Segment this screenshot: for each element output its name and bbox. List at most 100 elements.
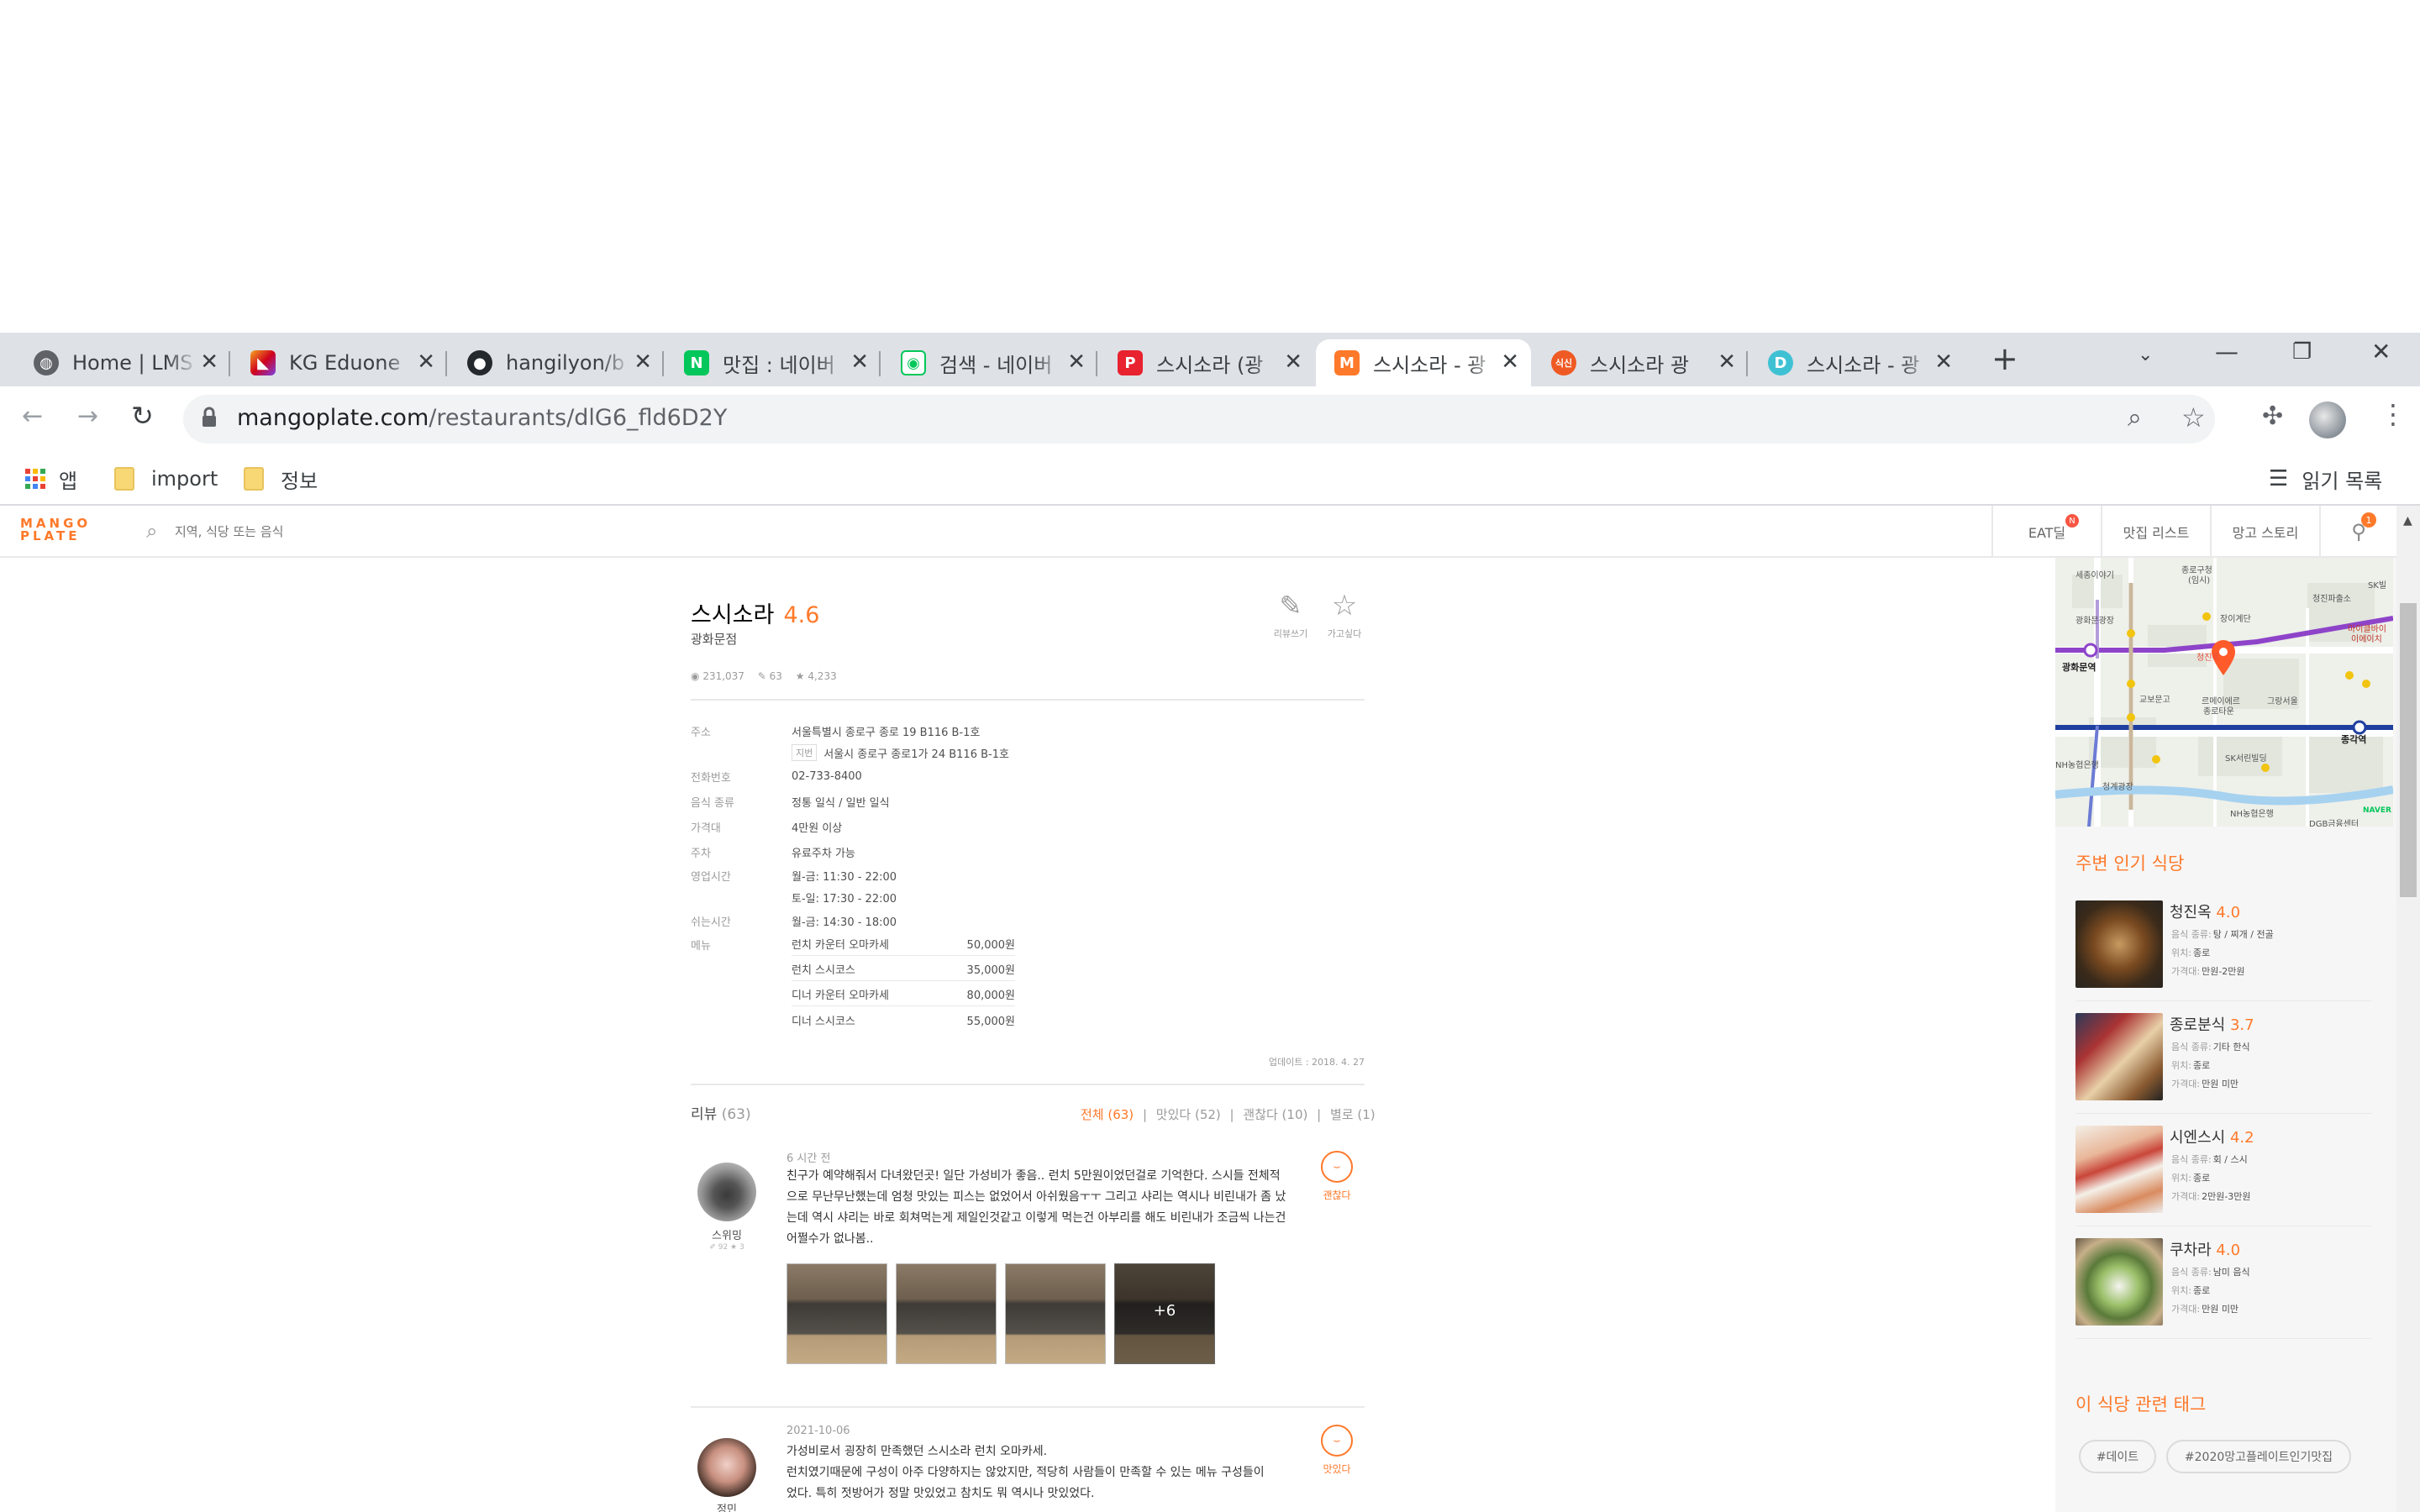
reviewer-name[interactable]: 스위밍 (691, 1226, 763, 1242)
nearby-photo[interactable] (2075, 1238, 2163, 1326)
review-text[interactable]: 친구가 예약해줘서 다녀왔던곳! 일단 가성비가 좋음.. 런치 5만원이었던걸… (786, 1166, 1291, 1250)
tab-mangoplate-active[interactable]: M 스시소라 - 광 ✕ (1316, 339, 1531, 386)
close-icon[interactable]: ✕ (1284, 351, 1302, 373)
review-time: 2021-10-06 (786, 1425, 850, 1437)
nav-eatdeal[interactable]: EAT딜 N (1991, 506, 2101, 558)
tab-d[interactable]: D 스시소라 - 광 ✕ (1749, 339, 1965, 386)
close-icon[interactable]: ✕ (417, 351, 435, 373)
nav-profile[interactable]: ⚲ 1 (2319, 506, 2396, 558)
review-photo[interactable] (1005, 1263, 1106, 1364)
nearby-name[interactable]: 청진옥 4.0 (2170, 900, 2240, 922)
tab-p[interactable]: P 스시소라 (광 ✕ (1099, 339, 1314, 386)
search-input[interactable] (175, 517, 763, 546)
restore-icon[interactable]: ❐ (2292, 339, 2312, 365)
map-label: 장이계단 (2220, 615, 2251, 624)
map-label: SK빌 (2368, 581, 2387, 591)
scrollbar-thumb[interactable] (2400, 603, 2417, 897)
more-photos-count[interactable]: +6 (1114, 1302, 1215, 1320)
review-photo[interactable] (896, 1263, 997, 1364)
close-icon[interactable]: ✕ (850, 351, 869, 373)
bookmark-star-icon[interactable]: ☆ (2181, 402, 2206, 433)
bookmark-folder-import[interactable]: import (114, 454, 218, 504)
nearby-name[interactable]: 시엔스시 4.2 (2170, 1126, 2254, 1147)
info-parking: 주차 유료주차 가능 (691, 840, 855, 864)
url-path: /restaurants/dlG6_fld6D2Y (429, 405, 728, 431)
nearby-name-text: 쿠차라 (2170, 1242, 2212, 1259)
nearby-restaurant[interactable]: 쿠차라 4.0 음식 종류: 남미 음식 위치: 종로 가격대: 만원 미만 (2075, 1238, 2371, 1339)
bookmark-apps[interactable]: 앱 (25, 454, 77, 504)
reload-icon[interactable]: ↻ (131, 400, 154, 432)
zoom-icon[interactable]: ⌕ (2128, 403, 2142, 433)
window-close-icon[interactable]: ✕ (2371, 338, 2391, 365)
phone-value: 02-733-8400 (792, 769, 862, 783)
profile-avatar[interactable] (2309, 402, 2346, 438)
reviewer-meta: ✐ 92 ★ 3 (709, 1243, 744, 1252)
nearby-name-text: 종로분식 (2170, 1016, 2226, 1034)
review-text-line-2[interactable]: 런치였기때문에 구성이 아주 다양하지는 않았지만, 적당히 사람들이 만족할 … (786, 1462, 1291, 1483)
nearby-restaurant[interactable]: 종로분식 3.7 음식 종류: 기타 한식 위치: 종로 가격대: 만원 미만 (2075, 1013, 2371, 1114)
filter-ok[interactable]: 괜찮다 (10) (1243, 1107, 1307, 1122)
close-icon[interactable]: ✕ (1718, 351, 1736, 373)
close-icon[interactable]: ✕ (1934, 351, 1953, 373)
bookmark-folder-info[interactable]: 정보 (244, 454, 318, 504)
filter-bad[interactable]: 별로 (1) (1330, 1107, 1376, 1122)
tab-naver[interactable]: N 맛집 : 네이버 ✕ (666, 339, 881, 386)
nav-mango-story[interactable]: 망고 스토리 (2210, 506, 2319, 558)
nearby-photo[interactable] (2075, 900, 2163, 988)
menu-price: 35,000원 (966, 964, 1015, 977)
meta-key: 위치: (2171, 948, 2191, 958)
nearby-restaurant[interactable]: 시엔스시 4.2 음식 종류: 회 / 스시 위치: 종로 가격대: 2만원-3만원 (2075, 1126, 2371, 1226)
nearby-name[interactable]: 쿠차라 4.0 (2170, 1238, 2240, 1260)
filter-good[interactable]: 맛있다 (52) (1156, 1107, 1221, 1122)
review-text-line-1[interactable]: 가성비로서 굉장히 만족했던 스시소라 런치 오마카세. (786, 1441, 1291, 1462)
reviewer-name[interactable]: 정민 (691, 1500, 763, 1512)
map-label: 종로타운 (2203, 707, 2234, 717)
nav-restaurant-list[interactable]: 맛집 리스트 (2101, 506, 2210, 558)
close-icon[interactable]: ✕ (1067, 351, 1086, 373)
tab-search-chevron-icon[interactable]: ⌄ (2138, 344, 2153, 365)
meta-key: 가격대: (2171, 1304, 2201, 1315)
nearby-price: 가격대: 만원 미만 (2171, 1302, 2238, 1315)
nearby-name[interactable]: 종로분식 3.7 (2170, 1013, 2254, 1035)
scroll-up-arrow-icon[interactable]: ▲ (2403, 514, 2412, 528)
forward-arrow-icon[interactable]: → (77, 402, 98, 431)
tab-github[interactable]: ● hangilyon/b ✕ (449, 339, 664, 386)
nearby-name-text: 청진옥 (2170, 904, 2212, 921)
address-bar[interactable]: mangoplate.com/restaurants/dlG6_fld6D2Y … (183, 395, 2215, 444)
tab-kg-eduone[interactable]: ◣ KG Eduone ✕ (232, 339, 447, 386)
naver-map-icon: ◉ (901, 350, 926, 375)
lock-icon[interactable] (202, 407, 217, 428)
reviewer-avatar[interactable] (697, 1438, 756, 1497)
new-tab-plus-icon[interactable]: + (1991, 343, 2018, 375)
reading-list[interactable]: ☰ 읽기 목록 (2269, 454, 2382, 504)
close-icon[interactable]: ✕ (1501, 351, 1519, 373)
minimize-icon[interactable]: — (2215, 338, 2238, 365)
tab-title: 검색 - 네이버 (939, 353, 1053, 377)
filter-all[interactable]: 전체 (63) (1081, 1107, 1134, 1122)
bookmark-label: 정보 (281, 469, 318, 493)
tag-chip[interactable]: #데이트 (2079, 1440, 2156, 1473)
review-text-line-3[interactable]: 었다. 특히 젓방어가 정말 맛있었고 참치도 뭐 역시나 맛있었다. (786, 1483, 1291, 1504)
location-map[interactable]: 세종이야기 종로구청 (임시) 광화문광장 광화문역 교보문고 장이계단 청진옥… (2055, 558, 2393, 827)
menu-price: 50,000원 (966, 939, 1015, 952)
close-icon[interactable]: ✕ (200, 351, 218, 373)
kebab-menu-icon[interactable]: ⋮ (2380, 398, 2407, 430)
mangoplate-logo[interactable]: MANGO PLATE (20, 517, 108, 543)
nearby-photo[interactable] (2075, 1126, 2163, 1213)
meta-value: 남미 음식 (2212, 1267, 2250, 1278)
tab-siksin[interactable]: 식신 스시소라 광 ✕ (1533, 339, 1748, 386)
extensions-puzzle-icon[interactable]: ✣ (2262, 402, 2283, 431)
back-arrow-icon[interactable]: ← (22, 402, 43, 431)
close-icon[interactable]: ✕ (634, 351, 652, 373)
want-to-go-button[interactable]: ☆ 가고싶다 (1314, 590, 1375, 640)
review-photo[interactable] (786, 1263, 887, 1364)
filter-separator: | (1229, 1107, 1234, 1122)
page-scrollbar[interactable]: ▲ (2396, 506, 2420, 1512)
write-review-button[interactable]: ✎ 리뷰쓰기 (1260, 590, 1321, 640)
nearby-restaurant[interactable]: 청진옥 4.0 음식 종류: 탕 / 찌개 / 전골 위치: 종로 가격대: 만원-2… (2075, 900, 2371, 1001)
nearby-photo[interactable] (2075, 1013, 2163, 1100)
tab-lms[interactable]: ◍ Home | LMS ✕ (15, 339, 230, 386)
reviewer-avatar[interactable] (697, 1163, 756, 1221)
tab-naver-map[interactable]: ◉ 검색 - 네이버 ✕ (882, 339, 1097, 386)
tag-chip[interactable]: #2020망고플레이트인기맛집 (2166, 1440, 2351, 1473)
